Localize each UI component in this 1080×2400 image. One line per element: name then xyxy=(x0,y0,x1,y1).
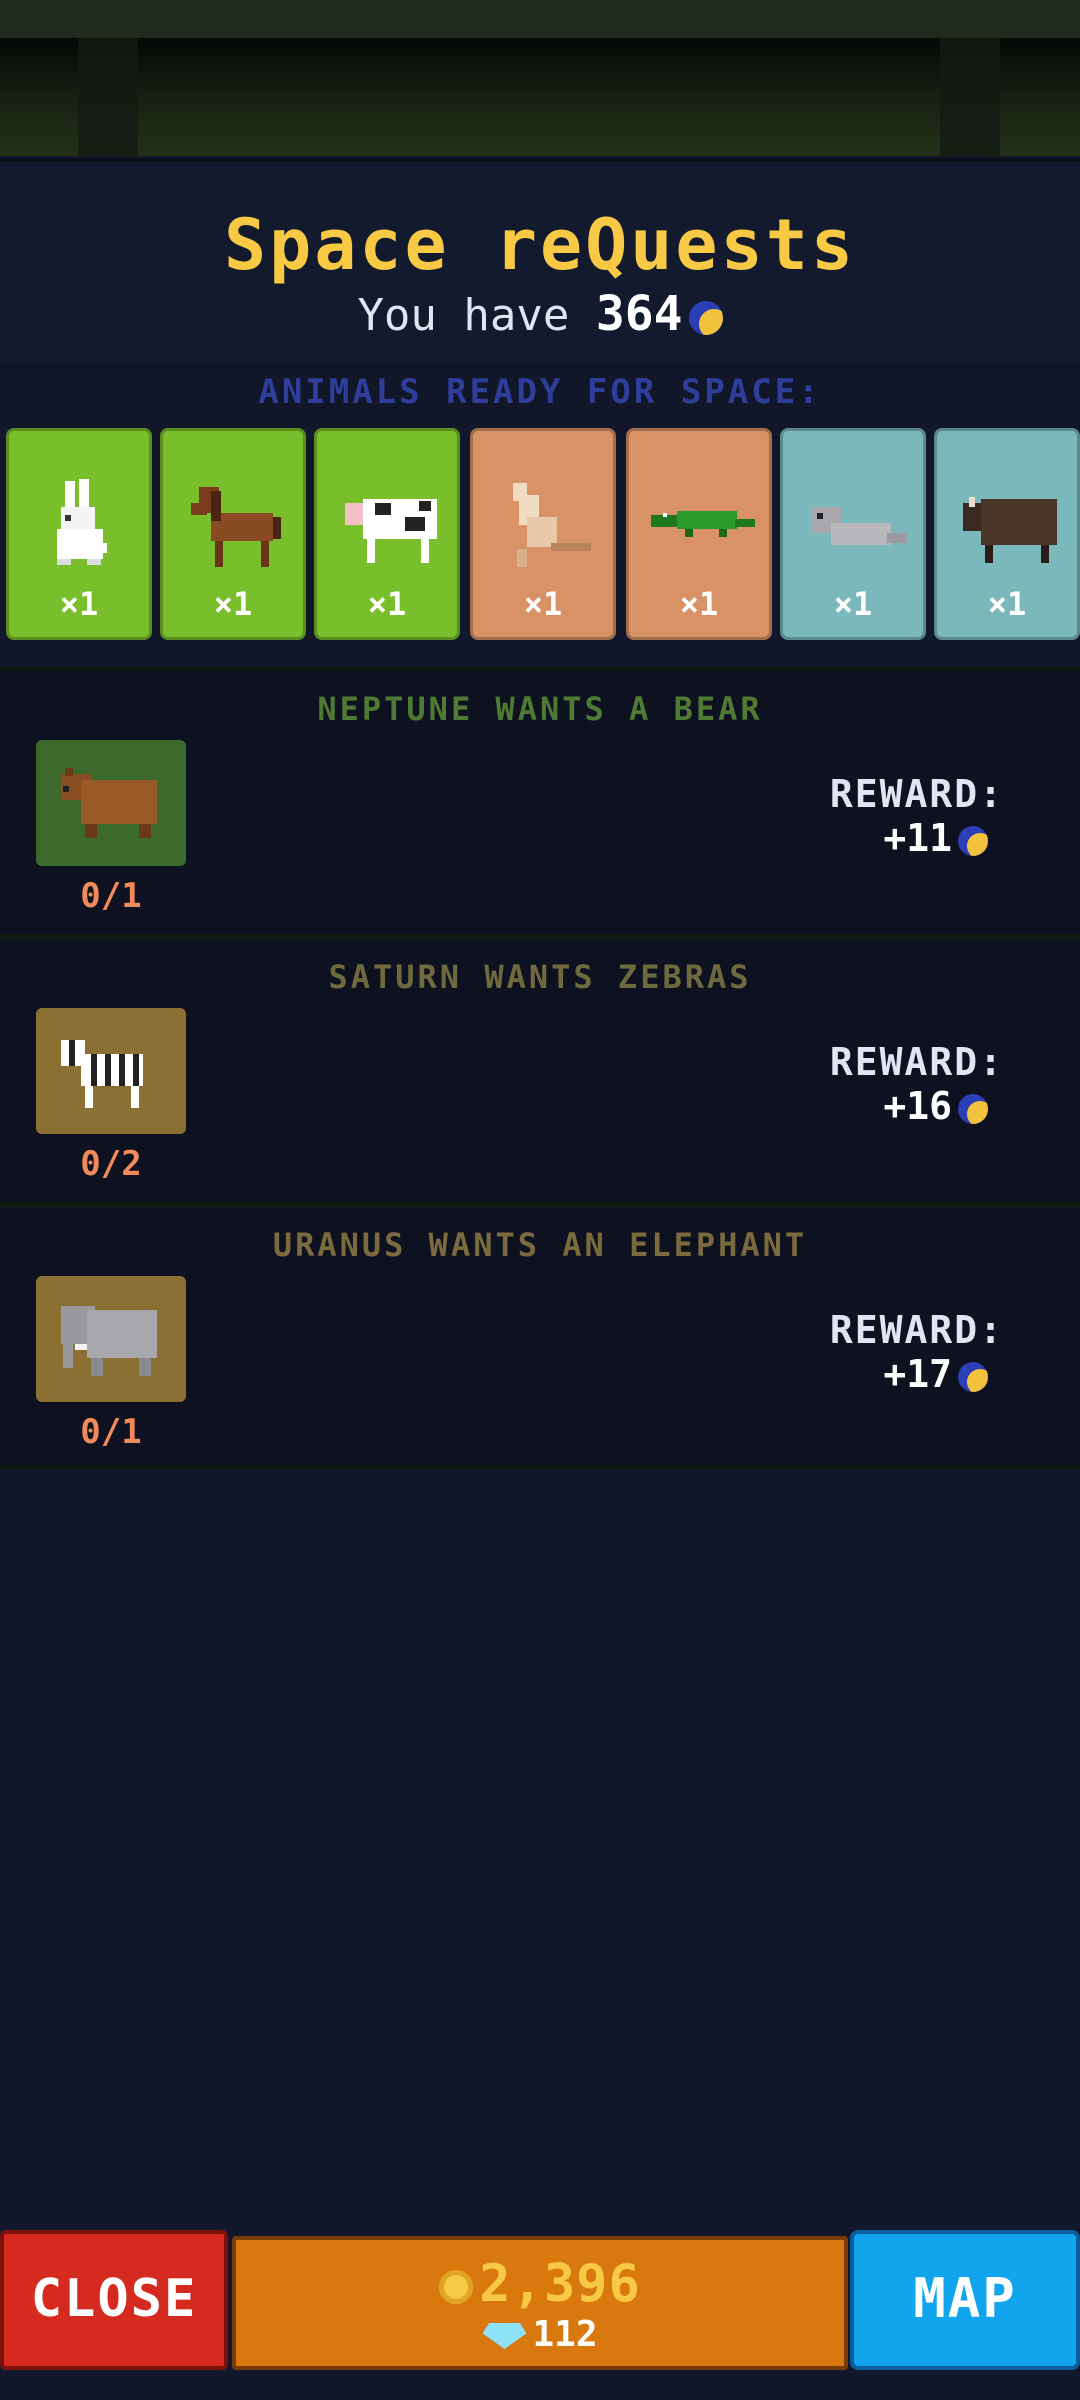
scene-pillar xyxy=(940,38,1000,156)
quest-row[interactable]: URANUS WANTS AN ELEPHANT 0/1 REWARD: +17 xyxy=(0,1208,1080,1470)
background-scene xyxy=(0,38,1080,156)
animal-card-cow[interactable]: ×1 xyxy=(314,428,460,640)
animal-count: ×1 xyxy=(987,585,1027,623)
quest-title: NEPTUNE WANTS A BEAR xyxy=(317,690,763,728)
animal-cards: ×1 ×1 ×1 ×1 ×1 ×1 ×1 xyxy=(0,428,1080,642)
balance-value: 364 xyxy=(595,286,683,342)
quest-title: URANUS WANTS AN ELEPHANT xyxy=(272,1226,808,1264)
yak-icon xyxy=(963,497,1057,563)
quest-animal-box xyxy=(36,1276,186,1402)
reward-label: REWARD: xyxy=(829,772,1004,816)
close-button[interactable]: CLOSE xyxy=(0,2230,228,2370)
animal-count: ×1 xyxy=(833,585,873,623)
balance-line: You have 364 xyxy=(0,286,1080,342)
reward-amount: +11 xyxy=(883,816,952,860)
moon-token-icon xyxy=(958,1361,988,1392)
zebra-icon xyxy=(61,1040,143,1108)
quest-progress: 0/2 xyxy=(80,1144,142,1184)
map-button[interactable]: MAP xyxy=(850,2230,1080,2370)
gem-icon xyxy=(482,2323,527,2349)
animal-count: ×1 xyxy=(213,585,253,623)
moon-token-icon xyxy=(958,825,988,856)
quest-header: Space reQuests You have 364 xyxy=(0,158,1080,366)
top-strip xyxy=(0,0,1080,38)
animal-card-horse[interactable]: ×1 xyxy=(160,428,306,640)
animal-card-yak[interactable]: ×1 xyxy=(934,428,1080,640)
scene-pillar xyxy=(78,38,138,156)
reward-amount: +17 xyxy=(883,1352,952,1396)
rabbit-icon xyxy=(57,479,107,565)
reward-amount: +16 xyxy=(883,1084,952,1128)
coin-icon xyxy=(439,2270,474,2304)
reward-label: REWARD: xyxy=(829,1308,1004,1352)
animal-card-crocodile[interactable]: ×1 xyxy=(626,428,772,640)
currency-panel: 2,396 112 xyxy=(232,2236,848,2370)
bottom-bar: CLOSE 2,396 112 MAP xyxy=(0,2228,1080,2378)
moon-token-icon xyxy=(958,1093,988,1124)
section-divider xyxy=(0,1464,1080,1470)
page-title: Space reQuests xyxy=(223,204,856,286)
quest-progress: 0/1 xyxy=(80,1412,142,1452)
reward-label: REWARD: xyxy=(829,1040,1004,1084)
reward-value: +17 xyxy=(883,1352,988,1396)
reward-value: +11 xyxy=(883,816,988,860)
quest-progress: 0/1 xyxy=(80,876,142,916)
quest-animal-box xyxy=(36,740,186,866)
animal-count: ×1 xyxy=(679,585,719,623)
reward-value: +16 xyxy=(883,1084,988,1128)
kangaroo-icon xyxy=(513,483,591,567)
coins-value: 2,396 xyxy=(479,2254,641,2314)
gems-display: 112 xyxy=(236,2314,844,2355)
animal-card-seal[interactable]: ×1 xyxy=(780,428,926,640)
ready-band: ANIMALS READY FOR SPACE: xyxy=(0,362,1080,422)
animal-count: ×1 xyxy=(523,585,563,623)
coins-display: 2,396 xyxy=(236,2254,844,2314)
cow-icon xyxy=(345,499,437,563)
bear-icon xyxy=(61,768,157,838)
animal-card-rabbit[interactable]: ×1 xyxy=(6,428,152,640)
gems-value: 112 xyxy=(532,2314,598,2355)
animal-count: ×1 xyxy=(59,585,99,623)
horse-icon xyxy=(191,487,281,567)
quest-row[interactable]: SATURN WANTS ZEBRAS 0/2 REWARD: +16 xyxy=(0,940,1080,1202)
ready-label: ANIMALS READY FOR SPACE: xyxy=(258,372,822,412)
seal-icon xyxy=(811,507,907,545)
quest-animal-box xyxy=(36,1008,186,1134)
crocodile-icon xyxy=(651,511,755,537)
quest-title: SATURN WANTS ZEBRAS xyxy=(328,958,752,996)
animal-card-kangaroo[interactable]: ×1 xyxy=(470,428,616,640)
animal-count: ×1 xyxy=(367,585,407,623)
moon-token-icon xyxy=(688,301,723,335)
balance-prefix: You have xyxy=(357,290,570,341)
elephant-icon xyxy=(61,1306,157,1376)
quest-row[interactable]: NEPTUNE WANTS A BEAR 0/1 REWARD: +11 xyxy=(0,672,1080,934)
